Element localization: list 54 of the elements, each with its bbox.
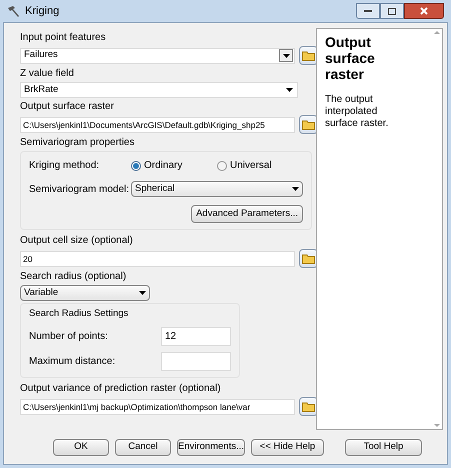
combo-value: Failures <box>24 48 58 62</box>
caret-icon <box>282 54 290 58</box>
dialog-button[interactable]: Environments... <box>177 438 245 456</box>
section-label: Semivariogram properties <box>20 136 136 149</box>
close-button[interactable] <box>404 3 444 19</box>
folder-icon <box>302 253 315 264</box>
group-label: Search Radius Settings <box>29 307 130 321</box>
close-icon <box>420 7 428 15</box>
hammer-icon <box>7 5 20 17</box>
folder-icon <box>302 119 315 130</box>
text-field[interactable] <box>161 352 231 372</box>
field-label: Number of points: <box>29 330 109 344</box>
field-label: Output variance of prediction raster (optional) <box>20 382 222 396</box>
text-field[interactable]: 20 <box>20 250 295 266</box>
field-label: Output surface raster <box>20 100 115 113</box>
field-label: Semivariogram model: <box>29 182 130 196</box>
text-field[interactable]: C:\Users\jenkinl1\Documents\ArcGIS\Default.gdb\Kriging_shp25 <box>20 116 295 132</box>
minimize-icon <box>364 10 372 12</box>
radio-button[interactable]: Ordinary <box>131 158 217 173</box>
text-field[interactable]: 12 <box>161 327 231 346</box>
field-label: Output cell size (optional) <box>20 234 134 247</box>
help-text: The output interpolated surface raster. <box>325 94 390 130</box>
help-title: Output surface raster <box>325 34 376 82</box>
scroll-up-icon <box>434 31 440 34</box>
minimize-button[interactable] <box>356 3 380 19</box>
combo-box[interactable]: Failures <box>20 48 295 64</box>
dropdown[interactable]: Variable <box>20 285 150 301</box>
window-title: Kriging <box>25 4 60 19</box>
folder-icon <box>302 50 315 61</box>
text-field[interactable]: C:\Users\jenkinl1\mj backup\Optimization\thompson lane\var <box>20 398 295 415</box>
field-label: Input point features <box>20 31 107 44</box>
dropdown[interactable]: BrkRate <box>20 82 298 98</box>
dialog-button[interactable]: Tool Help <box>345 438 422 456</box>
scroll-down-icon <box>434 424 440 427</box>
radio-button[interactable]: Universal <box>217 158 303 173</box>
field-label: Kriging method: <box>29 159 100 173</box>
field-label: Z value field <box>20 67 75 80</box>
dropdown[interactable]: Spherical <box>131 181 303 197</box>
field-label: Maximum distance: <box>29 355 116 370</box>
dropdown-arrow-button[interactable] <box>279 49 293 62</box>
dialog-button[interactable]: Cancel <box>115 438 171 456</box>
folder-icon <box>302 401 315 412</box>
dropdown-value: Variable <box>24 286 58 300</box>
caret-icon <box>286 88 293 92</box>
maximize-button[interactable] <box>380 3 404 19</box>
advanced-parameters-button[interactable]: Advanced Parameters... <box>191 205 303 223</box>
dialog-button[interactable]: OK <box>53 438 109 456</box>
dialog-button[interactable]: << Hide Help <box>251 438 324 456</box>
dropdown-value: Spherical <box>135 182 175 196</box>
caret-icon <box>292 187 299 191</box>
maximize-icon <box>388 8 396 14</box>
field-label: Search radius (optional) <box>20 270 128 283</box>
dropdown-value: BrkRate <box>24 82 58 97</box>
caret-icon <box>139 291 146 295</box>
